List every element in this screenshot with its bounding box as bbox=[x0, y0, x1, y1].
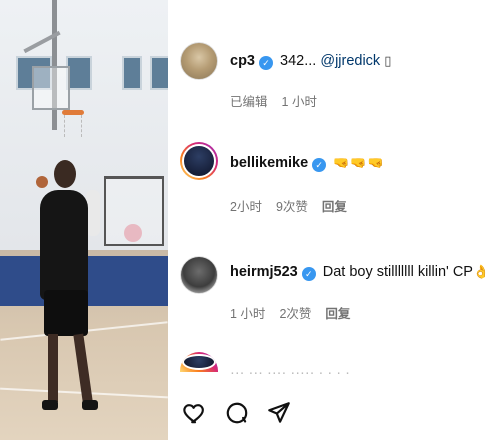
player-leg bbox=[48, 334, 58, 402]
gym-window bbox=[150, 56, 168, 90]
gym-window bbox=[122, 56, 142, 90]
avatar[interactable] bbox=[180, 352, 218, 372]
edited-label: 已编辑 bbox=[230, 95, 268, 109]
comment-time: 1 小时 bbox=[230, 307, 266, 321]
comment-time: 1 小时 bbox=[281, 95, 317, 109]
like-count[interactable]: 2次赞 bbox=[279, 307, 311, 321]
reply-button[interactable]: 回复 bbox=[322, 200, 347, 214]
avatar-bellikemike bbox=[182, 144, 216, 178]
avatar-cp3 bbox=[180, 42, 218, 80]
avatar-partial bbox=[182, 354, 216, 370]
player-shoe bbox=[82, 400, 98, 410]
verified-badge-icon: ✓ bbox=[301, 267, 316, 281]
action-bar bbox=[182, 400, 292, 426]
verified-badge-icon: ✓ bbox=[312, 158, 327, 172]
comment-cp3: cp3 ✓ 342... @jjredick ▯ bbox=[230, 52, 392, 70]
heart-icon[interactable] bbox=[182, 400, 208, 426]
background-person bbox=[86, 190, 100, 236]
comment-meta: 1 小时 2次赞 回复 bbox=[230, 303, 364, 322]
avatar[interactable] bbox=[180, 142, 218, 180]
hoop-net bbox=[64, 115, 82, 137]
mention-link[interactable]: @jjredick bbox=[320, 53, 380, 69]
verified-badge-icon: ✓ bbox=[259, 56, 273, 70]
exercise-ball bbox=[124, 224, 142, 242]
comments-panel: cp3 ✓ 342... @jjredick ▯ 已编辑 1 小时 bellikem… bbox=[168, 0, 500, 440]
comment-bellikemike: bellikemike ✓ 🤜🤜🤜 bbox=[230, 154, 385, 172]
player-shorts bbox=[44, 290, 88, 336]
comment-username[interactable]: cp3 bbox=[230, 53, 255, 69]
fist-bump-emoji: 🤜🤜🤜 bbox=[333, 155, 385, 170]
share-paper-plane-icon[interactable] bbox=[266, 400, 292, 426]
avatar[interactable] bbox=[180, 42, 218, 80]
hoop-pole bbox=[52, 0, 57, 130]
comment-text: 342... bbox=[280, 53, 317, 69]
player-body bbox=[40, 190, 88, 300]
comment-username[interactable]: heirmj523 bbox=[230, 264, 298, 280]
avatar[interactable] bbox=[180, 256, 218, 294]
comment-bubble-icon[interactable] bbox=[224, 400, 250, 426]
basketball bbox=[36, 176, 48, 188]
like-count[interactable]: 9次赞 bbox=[276, 200, 308, 214]
comment-meta: 2小时 9次赞 回复 bbox=[230, 196, 361, 215]
ok-hand-emoji: 👌 bbox=[472, 264, 491, 279]
comment-heirmj523: heirmj523 ✓ Dat boy stilllllll killin' CP… bbox=[230, 263, 490, 281]
comment-time: 2小时 bbox=[230, 200, 262, 214]
comment-meta: 已编辑 1 小时 bbox=[230, 91, 331, 110]
comment-trailing-glyph: ▯ bbox=[384, 53, 393, 68]
avatar-heirmj523 bbox=[180, 256, 218, 294]
comment-text: Dat boy stilllllll killin' CP bbox=[322, 264, 473, 280]
comment-username[interactable]: bellikemike bbox=[230, 155, 308, 171]
reply-button[interactable]: 回复 bbox=[325, 307, 350, 321]
player-head bbox=[54, 160, 76, 188]
partial-comment: ··· ··· ···· ····· · · · · bbox=[230, 365, 350, 381]
post-video[interactable] bbox=[0, 0, 168, 440]
player-shoe bbox=[42, 400, 58, 410]
backboard bbox=[32, 66, 70, 110]
